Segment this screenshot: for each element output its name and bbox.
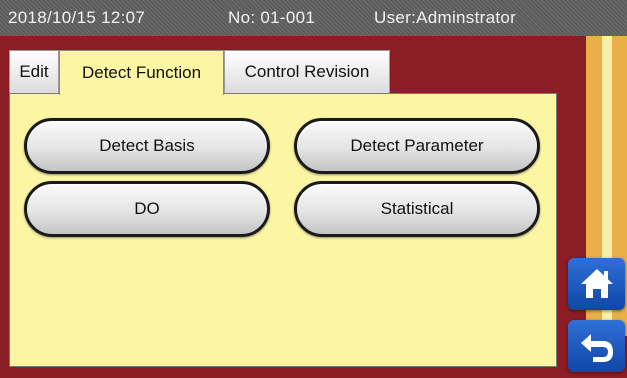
button-label: Statistical [380, 199, 454, 218]
tab-edit[interactable]: Edit [9, 50, 59, 93]
tab-label: Edit [19, 62, 49, 81]
tab-detect-function[interactable]: Detect Function [59, 50, 224, 95]
statistical-button[interactable]: Statistical [294, 181, 540, 237]
number-label: No: 01-001 [228, 8, 316, 27]
bottom-border [0, 367, 560, 378]
status-bar: 2018/10/15 12:07 No: 01-001 User:Adminst… [0, 0, 627, 36]
detect-basis-button[interactable]: Detect Basis [24, 118, 270, 174]
back-button[interactable] [568, 320, 625, 372]
tab-label: Detect Function [81, 63, 202, 82]
user-label: User:Adminstrator [374, 8, 517, 27]
button-label: Detect Basis [99, 136, 195, 155]
home-icon [580, 269, 613, 298]
button-label: DO [134, 199, 160, 218]
datetime-label: 2018/10/15 12:07 [8, 8, 146, 27]
detect-parameter-button[interactable]: Detect Parameter [294, 118, 540, 174]
home-button[interactable] [568, 258, 625, 310]
do-button[interactable]: DO [24, 181, 270, 237]
button-label: Detect Parameter [350, 136, 484, 155]
return-arrow-icon [580, 334, 613, 362]
tab-label: Control Revision [244, 62, 370, 81]
tab-control-revision[interactable]: Control Revision [224, 50, 390, 93]
